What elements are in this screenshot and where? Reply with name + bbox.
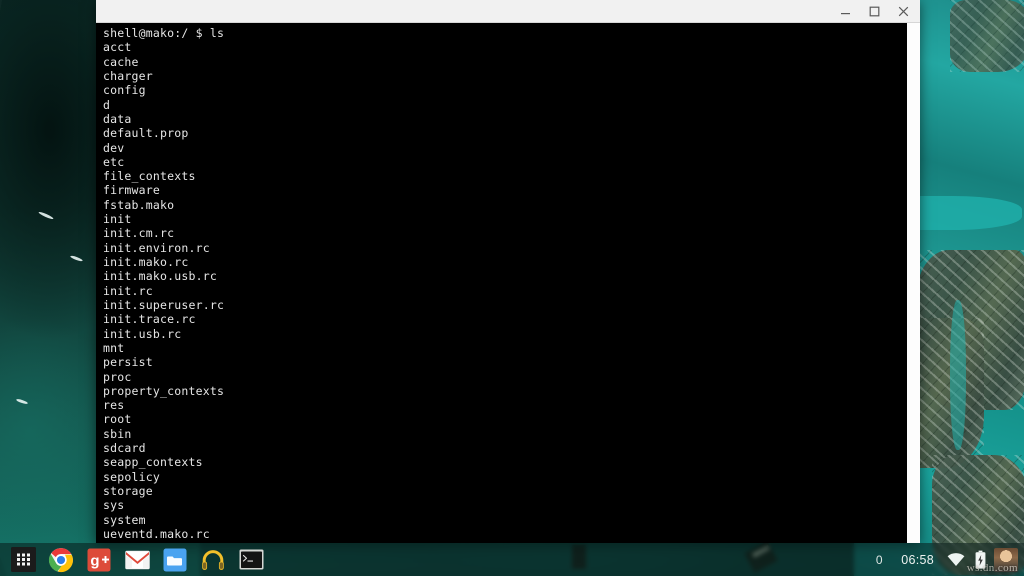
terminal-scrollbar-thumb[interactable] [908,23,919,543]
google-plus-icon: g [87,548,111,572]
desktop[interactable]: shell@mako:/ $ lsacctcachechargerconfigd… [0,0,1024,576]
terminal-output-line: init.environ.rc [103,241,906,255]
headphones-icon [200,547,226,573]
shelf-item-terminal[interactable] [232,543,270,576]
terminal-output-line: d [103,98,906,112]
clock[interactable]: 06:58 [895,543,942,576]
terminal-output-line: ueventd.mako.rc [103,527,906,541]
terminal-output-line: property_contexts [103,384,906,398]
terminal-output-line: file_contexts [103,169,906,183]
terminal-output-line: sepolicy [103,470,906,484]
gmail-icon [125,550,150,570]
shelf-item-play-music[interactable] [194,543,232,576]
files-icon [163,548,187,572]
shelf[interactable]: g [0,543,1024,576]
terminal-body[interactable]: shell@mako:/ $ lsacctcachechargerconfigd… [96,23,920,543]
terminal-output-line: dev [103,141,906,155]
terminal-output-line: mnt [103,341,906,355]
terminal-output-line: init.trace.rc [103,312,906,326]
avatar[interactable] [994,548,1018,572]
close-button[interactable] [889,0,918,23]
terminal-output-line: persist [103,355,906,369]
terminal-output-line: charger [103,69,906,83]
chrome-icon [48,547,74,573]
shelf-item-app-launcher[interactable] [4,543,42,576]
terminal-output-line: init.rc [103,284,906,298]
shelf-item-gmail[interactable] [118,543,156,576]
terminal-output-line: init.mako.usb.rc [103,269,906,283]
terminal-icon [239,549,264,570]
terminal-output-area[interactable]: shell@mako:/ $ lsacctcachechargerconfigd… [96,23,906,543]
terminal-output-line: proc [103,370,906,384]
terminal-window[interactable]: shell@mako:/ $ lsacctcachechargerconfigd… [96,0,920,543]
terminal-output-line: sys [103,498,906,512]
wallpaper-island-d [950,0,1024,72]
ime-indicator[interactable]: 0 [863,543,895,576]
window-title-bar[interactable] [96,0,920,23]
wifi-icon[interactable] [942,543,970,576]
wallpaper-inlet [950,300,966,450]
terminal-output-line: storage [103,484,906,498]
terminal-output-line: system [103,513,906,527]
svg-text:g: g [90,552,99,569]
terminal-output-line: sbin [103,427,906,441]
shelf-item-google-plus[interactable]: g [80,543,118,576]
grid-icon [11,547,36,572]
shelf-app-list: g [0,543,270,576]
terminal-output-line: sdcard [103,441,906,455]
terminal-prompt-line: shell@mako:/ $ ls [103,26,906,40]
terminal-output-line: init.cm.rc [103,226,906,240]
terminal-output-line: cache [103,55,906,69]
system-tray[interactable]: 0 06:58 [863,543,1024,576]
minimize-button[interactable] [831,0,860,23]
terminal-output-line: seapp_contexts [103,455,906,469]
shelf-item-chrome[interactable] [42,543,80,576]
battery-icon[interactable] [970,543,991,576]
terminal-output-line: fstab.mako [103,198,906,212]
terminal-output-line: init.usb.rc [103,327,906,341]
terminal-output-line: default.prop [103,126,906,140]
terminal-output-line: acct [103,40,906,54]
maximize-button[interactable] [860,0,889,23]
terminal-output-line: init [103,212,906,226]
terminal-output-line: res [103,398,906,412]
terminal-output-line: root [103,412,906,426]
terminal-scrollbar[interactable] [906,23,920,543]
terminal-output-line: etc [103,155,906,169]
shelf-item-files[interactable] [156,543,194,576]
terminal-output-line: init.superuser.rc [103,298,906,312]
terminal-output-line: data [103,112,906,126]
terminal-output-line: init.mako.rc [103,255,906,269]
terminal-output-line: config [103,83,906,97]
terminal-output-line: firmware [103,183,906,197]
